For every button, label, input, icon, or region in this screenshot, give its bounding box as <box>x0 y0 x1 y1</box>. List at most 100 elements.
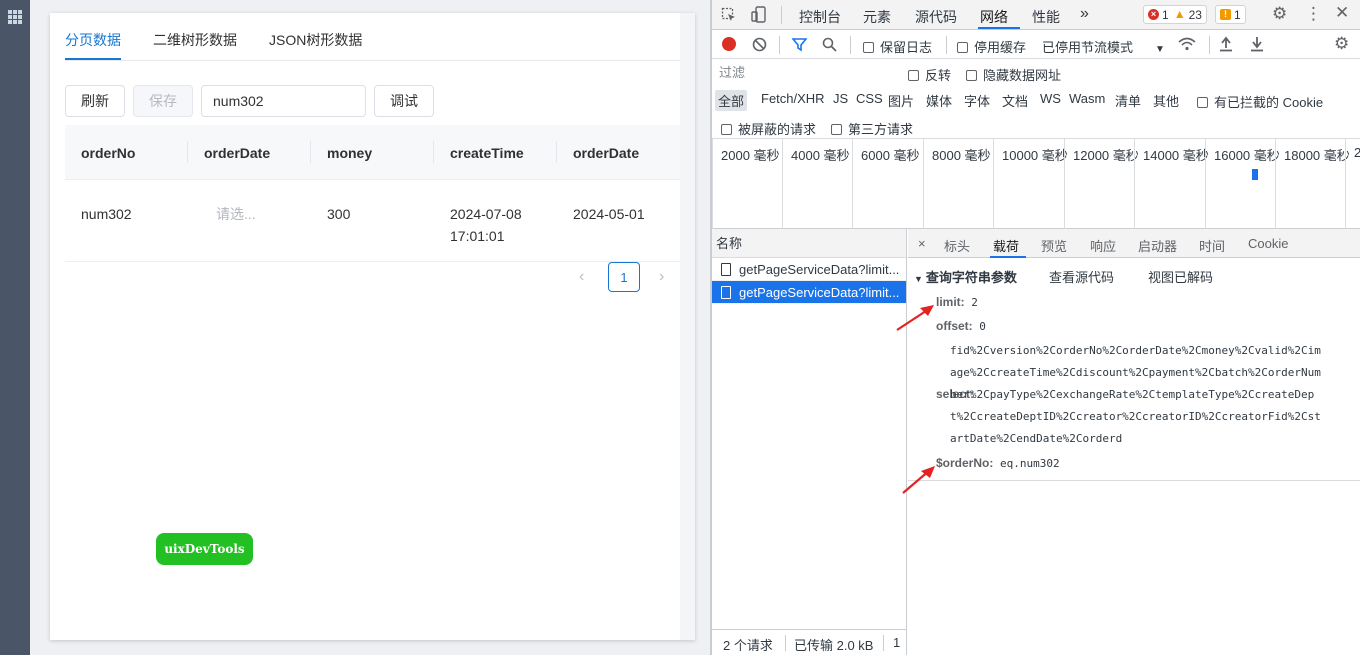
hide-data-urls-label: 隐藏数据网址 <box>983 68 1062 83</box>
issues-badge[interactable]: ! 1 <box>1215 5 1246 24</box>
filter-input[interactable]: 过滤 <box>716 63 896 83</box>
checkbox-icon <box>863 42 874 53</box>
debug-button[interactable]: 调试 <box>374 85 434 117</box>
tab-payload[interactable]: 载荷 <box>993 236 1019 255</box>
network-settings-icon[interactable]: ⚙ <box>1334 35 1349 52</box>
query-string-section[interactable]: ▼ 查询字符串参数 <box>914 267 1017 286</box>
request-row[interactable]: getPageServiceData?limit... <box>712 258 906 281</box>
type-filter-media[interactable]: 媒体 <box>923 90 955 111</box>
column-header-orderdate[interactable]: orderDate <box>204 125 270 180</box>
tab-2d-tree-data[interactable]: 二维树形数据 <box>153 30 237 50</box>
tab-console[interactable]: 控制台 <box>799 7 841 27</box>
issues-count: 1 <box>1234 7 1241 22</box>
tab-initiator[interactable]: 启动器 <box>1138 236 1177 255</box>
type-filter-all[interactable]: 全部 <box>715 90 748 111</box>
throttling-select[interactable]: 已停用节流模式 ▼ <box>1042 37 1165 56</box>
view-decoded-link[interactable]: 视图已解码 <box>1148 267 1213 286</box>
tab-cookies[interactable]: Cookie <box>1248 236 1288 251</box>
request-count: 2 个请求 <box>723 638 773 653</box>
timeline-tick: 2000 毫秒 <box>712 139 780 229</box>
invert-checkbox[interactable]: 反转 <box>908 65 951 84</box>
type-filter-other[interactable]: 其他 <box>1150 90 1182 111</box>
type-filter-doc[interactable]: 文档 <box>999 90 1031 111</box>
blocked-requests-checkbox[interactable]: 被屏蔽的请求 <box>721 119 816 138</box>
cell-orderdate-picker[interactable]: 请选... <box>216 203 256 225</box>
cell-orderdate-2[interactable]: 2024-05-01 <box>573 203 645 225</box>
timeline-tick: 2 <box>1345 139 1360 229</box>
apps-grid-icon[interactable] <box>8 10 22 24</box>
close-devtools-icon[interactable]: ✕ <box>1335 4 1349 21</box>
network-overview-timeline[interactable]: 2000 毫秒 4000 毫秒 6000 毫秒 8000 毫秒 10000 毫秒… <box>712 139 1360 229</box>
param-key: $orderNo: <box>936 456 994 470</box>
view-source-link[interactable]: 查看源代码 <box>1049 267 1114 286</box>
type-filter-fetch-xhr[interactable]: Fetch/XHR <box>758 90 828 107</box>
search-icon[interactable] <box>822 37 837 56</box>
cell-createtime[interactable]: 2024-07-08 17:01:01 <box>450 203 522 247</box>
tab-preview[interactable]: 预览 <box>1041 236 1067 255</box>
cell-money[interactable]: 300 <box>327 203 350 225</box>
record-icon[interactable] <box>722 37 736 51</box>
tab-timing[interactable]: 时间 <box>1199 236 1225 255</box>
inspect-element-icon[interactable] <box>721 7 737 27</box>
column-header-orderno[interactable]: orderNo <box>81 125 135 180</box>
timeline-label: 8000 毫秒 <box>932 148 991 163</box>
type-filter-manifest[interactable]: 清单 <box>1112 90 1144 111</box>
import-har-icon[interactable] <box>1219 36 1233 56</box>
tab-sources[interactable]: 源代码 <box>915 7 957 27</box>
close-detail-icon[interactable]: × <box>918 236 926 251</box>
timeline-tick: 8000 毫秒 <box>923 139 991 229</box>
tab-headers[interactable]: 标头 <box>944 236 970 255</box>
more-options-icon[interactable]: ⋮ <box>1305 5 1322 22</box>
filter-icon[interactable] <box>791 37 808 56</box>
tab-json-tree-data[interactable]: JSON树形数据 <box>269 30 362 50</box>
uixdevtools-button[interactable]: uixDevTools <box>156 533 253 565</box>
param-key: offset: <box>936 319 973 333</box>
type-filter-row: 全部 Fetch/XHR JS CSS 图片 媒体 字体 文档 WS Wasm … <box>712 86 1360 112</box>
table-row[interactable]: num302 请选... 300 2024-07-08 17:01:01 202… <box>65 180 680 262</box>
column-header-money[interactable]: money <box>327 125 372 180</box>
device-toolbar-icon[interactable] <box>751 6 767 28</box>
clear-icon[interactable] <box>752 37 767 56</box>
checkbox-icon <box>957 42 968 53</box>
refresh-button[interactable]: 刷新 <box>65 85 125 117</box>
export-har-icon[interactable] <box>1250 36 1264 56</box>
prev-page-button[interactable]: ‹ <box>579 268 584 286</box>
annotation-arrow-icon <box>902 466 935 494</box>
toolbar-divider <box>1209 36 1210 54</box>
hide-data-urls-checkbox[interactable]: 隐藏数据网址 <box>966 65 1061 84</box>
type-filter-wasm[interactable]: Wasm <box>1066 90 1108 107</box>
type-filter-js[interactable]: JS <box>830 90 851 107</box>
column-header-createtime[interactable]: createTime <box>450 125 524 180</box>
data-tabs: 分页数据 二维树形数据 JSON树形数据 <box>65 13 680 61</box>
third-party-checkbox[interactable]: 第三方请求 <box>831 119 913 138</box>
request-row-selected[interactable]: getPageServiceData?limit... <box>712 281 906 304</box>
orders-table: orderNo orderDate money createTime order… <box>65 125 680 262</box>
tab-paged-data[interactable]: 分页数据 <box>65 30 121 50</box>
preserve-log-checkbox[interactable]: 保留日志 <box>863 37 932 56</box>
request-filter-row: 被屏蔽的请求 第三方请求 <box>712 113 1360 139</box>
save-button[interactable]: 保存 <box>133 85 193 117</box>
disable-cache-checkbox[interactable]: 停用缓存 <box>957 37 1026 56</box>
column-header-orderdate-2[interactable]: orderDate <box>573 125 639 180</box>
next-page-button[interactable]: › <box>659 268 664 286</box>
request-name: getPageServiceData?limit... <box>739 285 900 300</box>
search-input[interactable]: num302 <box>201 85 366 117</box>
page-1-button[interactable]: 1 <box>608 262 640 292</box>
param-key: limit: <box>936 295 965 309</box>
network-conditions-icon[interactable] <box>1178 37 1196 55</box>
name-column-header[interactable]: 名称 <box>712 229 906 258</box>
type-filter-ws[interactable]: WS <box>1037 90 1064 107</box>
toolbar-divider <box>781 6 782 24</box>
type-filter-img[interactable]: 图片 <box>885 90 917 111</box>
tab-network[interactable]: 网络 <box>980 7 1008 27</box>
type-filter-css[interactable]: CSS <box>853 90 886 107</box>
tab-performance[interactable]: 性能 <box>1032 7 1060 27</box>
settings-gear-icon[interactable]: ⚙ <box>1272 5 1287 22</box>
error-warning-badge[interactable]: × 1 ▲ 23 <box>1143 5 1207 24</box>
more-tabs-icon[interactable]: » <box>1080 5 1089 23</box>
cell-orderno[interactable]: num302 <box>81 203 132 225</box>
blocked-cookies-checkbox[interactable]: 有已拦截的 Cookie <box>1197 92 1323 111</box>
tab-elements[interactable]: 元素 <box>863 7 891 27</box>
tab-response[interactable]: 响应 <box>1090 236 1116 255</box>
type-filter-font[interactable]: 字体 <box>961 90 993 111</box>
